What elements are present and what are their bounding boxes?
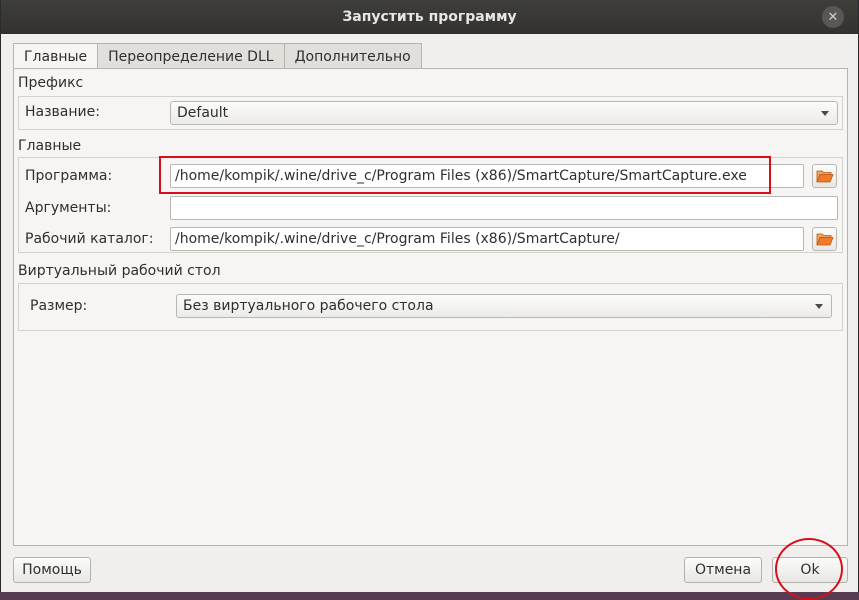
prefix-name-label: Название:: [25, 104, 100, 120]
workdir-browse-button[interactable]: [812, 227, 837, 251]
prefix-name-value: Default: [177, 105, 229, 121]
program-field[interactable]: /home/kompik/.wine/drive_c/Program Files…: [170, 164, 804, 188]
prefix-name-select[interactable]: Default: [170, 101, 838, 125]
arguments-field[interactable]: [170, 196, 838, 220]
tab-bar: Главные Переопределение DLL Дополнительн…: [13, 43, 422, 70]
tab-dll-overrides[interactable]: Переопределение DLL: [97, 43, 285, 69]
chevron-down-icon: [815, 304, 823, 309]
tab-general[interactable]: Главные: [13, 43, 99, 70]
size-value: Без виртуального рабочего стола: [183, 298, 434, 314]
workdir-label: Рабочий каталог:: [25, 231, 154, 247]
virtual-desktop-group: Размер: Без виртуального рабочего стола: [18, 283, 843, 331]
help-button[interactable]: Помощь: [13, 557, 91, 583]
tab-panel-general: Префикс Название: Default Главные Програ…: [13, 68, 848, 546]
program-browse-button[interactable]: [812, 164, 837, 188]
size-label: Размер:: [30, 298, 88, 314]
ok-button[interactable]: Ok: [772, 557, 848, 583]
general-group: Программа: /home/kompik/.wine/drive_c/Pr…: [18, 157, 843, 253]
close-icon[interactable]: ✕: [822, 6, 844, 28]
run-program-dialog: Запустить программу ✕ Главные Переопреде…: [0, 0, 859, 600]
folder-open-icon: [815, 233, 834, 246]
dialog-title: Запустить программу: [342, 9, 517, 25]
arguments-label: Аргументы:: [25, 200, 112, 216]
workdir-field[interactable]: /home/kompik/.wine/drive_c/Program Files…: [170, 227, 804, 251]
cancel-button[interactable]: Отмена: [684, 557, 762, 583]
size-select[interactable]: Без виртуального рабочего стола: [176, 294, 832, 318]
virtual-desktop-section-title: Виртуальный рабочий стол: [18, 263, 221, 279]
chevron-down-icon: [821, 111, 829, 116]
title-bar: Запустить программу ✕: [1, 0, 858, 34]
prefix-section-title: Префикс: [18, 75, 84, 91]
program-label: Программа:: [25, 168, 113, 184]
general-section-title: Главные: [18, 138, 82, 154]
tab-advanced[interactable]: Дополнительно: [283, 43, 422, 69]
prefix-group: Название: Default: [18, 96, 843, 130]
folder-open-icon: [815, 170, 834, 183]
